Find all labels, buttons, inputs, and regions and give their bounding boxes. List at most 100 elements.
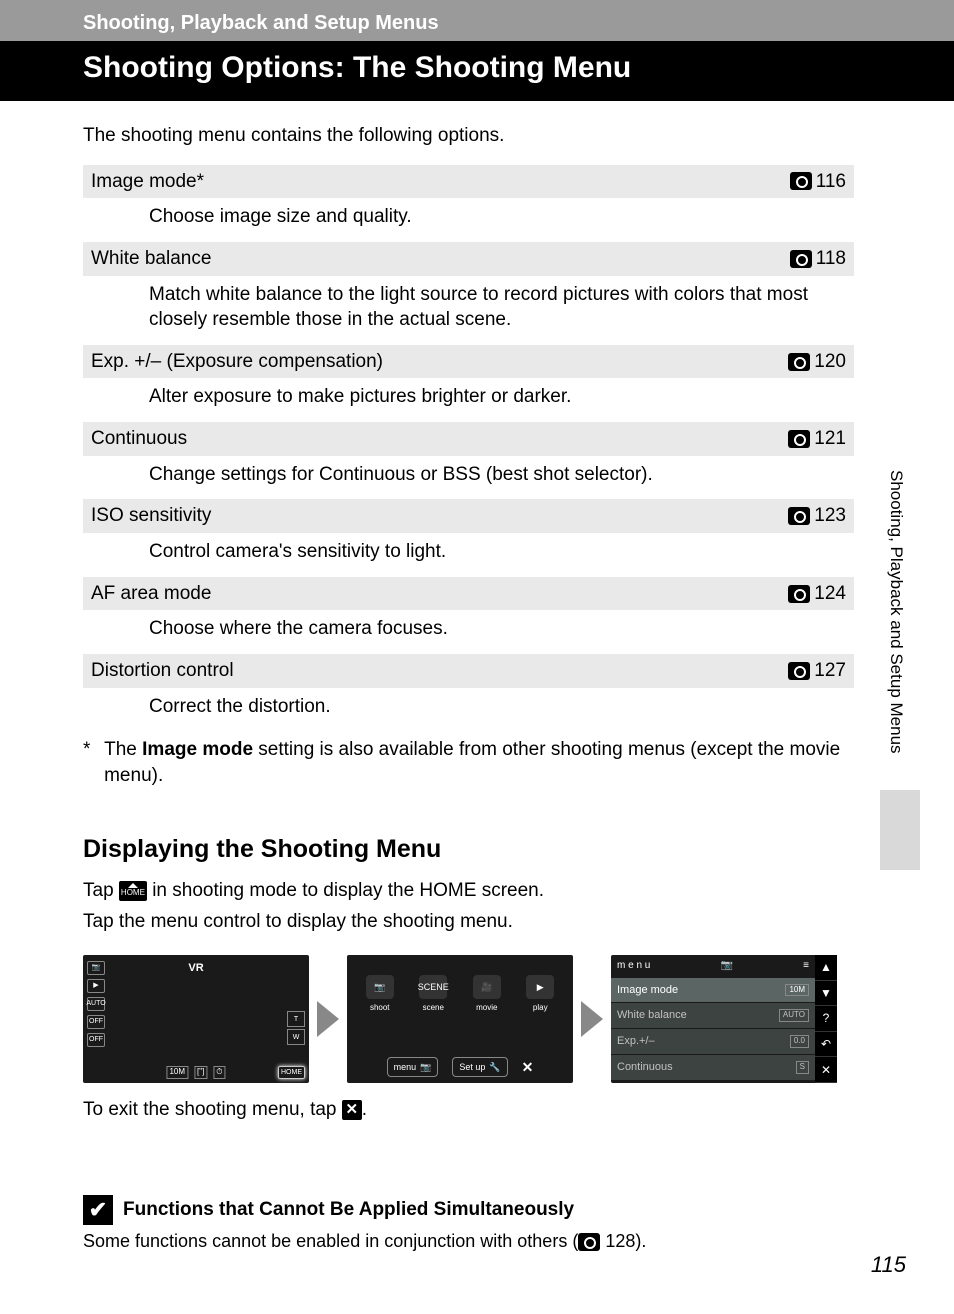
page-number: 115 (871, 1252, 906, 1278)
footnote-text: The Image mode setting is also available… (104, 737, 854, 788)
menu-camera-icon: 📷 (721, 959, 733, 973)
menu-item-value: 10M (785, 984, 809, 997)
mode-label: scene (423, 1003, 444, 1014)
option-description: Choose where the camera focuses. (83, 610, 854, 652)
menu-side-button[interactable]: ▼ (815, 981, 837, 1007)
menu-side-button[interactable]: ↶ (815, 1032, 837, 1058)
screen1-home-button[interactable]: HOME (278, 1066, 305, 1079)
section-heading: Displaying the Shooting Menu (83, 833, 854, 867)
screen-home: 📷shoot SCENE scene 🎥movie ▶play menu 📷 Set u… (347, 955, 573, 1083)
option-title: White balance (91, 246, 211, 272)
reference-icon (788, 585, 810, 603)
menu-item[interactable]: Exp.+/– 0.0 (611, 1029, 815, 1054)
option-description: Change settings for Continuous or BSS (b… (83, 456, 854, 498)
home-icon: HOME (119, 881, 147, 901)
option-head: Image mode* 116 (83, 165, 854, 199)
page-reference: 116 (790, 169, 846, 195)
page-ref-number: 123 (814, 503, 846, 529)
menu-item-label: White balance (617, 1008, 687, 1023)
option-head: White balance 118 (83, 242, 854, 276)
page-ref-number: 121 (814, 426, 846, 452)
vr-indicator: VR (188, 961, 203, 976)
screen1-side-icon[interactable]: OFF (87, 1033, 105, 1047)
main-content: The shooting menu contains the following… (0, 101, 954, 1123)
tap-instruction-2: Tap the menu control to display the shoo… (83, 907, 854, 937)
home-mode-item[interactable]: SCENE scene (419, 975, 447, 1014)
menu-item-label: Exp.+/– (617, 1034, 655, 1049)
status-icon: 10M (166, 1066, 188, 1079)
option-description: Control camera's sensitivity to light. (83, 533, 854, 575)
footnote-mark: * (83, 737, 96, 788)
menu-side-button[interactable]: ✕ (815, 1057, 837, 1083)
status-icon: ["] (194, 1066, 207, 1079)
footnote: * The Image mode setting is also availab… (83, 729, 854, 788)
sidebar-tab (880, 790, 920, 870)
reference-icon (788, 662, 810, 680)
option-description: Choose image size and quality. (83, 198, 854, 240)
menu-sidebar: ▲▼?↶✕ (815, 955, 837, 1083)
screens-row: VR 📷▶AUTOOFFOFF TW 10M["]⏱ HOME 📷shootSC… (83, 955, 854, 1083)
screen1-left-icons: 📷 ▶ AUTO OFF OFF (87, 961, 105, 1047)
exit-instruction: To exit the shooting menu, tap ✕. (83, 1097, 854, 1123)
screen1-side-icon[interactable]: AUTO (87, 997, 105, 1011)
check-icon: ✔ (83, 1195, 113, 1225)
page-reference: 118 (790, 246, 846, 272)
option-head: Distortion control 127 (83, 654, 854, 688)
option-description: Match white balance to the light source … (83, 276, 854, 343)
menu-item-label: Image mode (617, 983, 678, 998)
menu-side-button[interactable]: ▲ (815, 955, 837, 981)
screen-shooting-mode: VR 📷 ▶ AUTO OFF OFF TW 10M ["] ⏱ HOME (83, 955, 309, 1083)
option-description: Alter exposure to make pictures brighter… (83, 378, 854, 420)
option-head: ISO sensitivity 123 (83, 499, 854, 533)
mode-icon: SCENE (419, 975, 447, 999)
mode-label: play (533, 1003, 548, 1014)
reference-icon (790, 250, 812, 268)
screen1-side-icon[interactable]: ▶ (87, 979, 105, 993)
option-title: AF area mode (91, 581, 211, 607)
zoom-icon[interactable]: W (287, 1029, 305, 1045)
reference-icon (788, 353, 810, 371)
menu-item[interactable]: Continuous S (611, 1055, 815, 1080)
menu-item[interactable]: Image mode 10M (611, 978, 815, 1003)
home-bottom-bar: menu 📷 Set up 🔧 ✕ (353, 1057, 567, 1077)
setup-button[interactable]: Set up 🔧 (452, 1057, 507, 1077)
option-head: AF area mode 124 (83, 577, 854, 611)
option-head: Continuous 121 (83, 422, 854, 456)
home-mode-item[interactable]: 🎥movie (473, 975, 501, 1014)
menu-item[interactable]: White balance AUTO (611, 1003, 815, 1028)
screen1-bottom-icons: 10M ["] ⏱ (166, 1066, 225, 1079)
option-title: Distortion control (91, 658, 234, 684)
menu-item-value: S (796, 1061, 809, 1074)
reference-icon (790, 172, 812, 190)
home-mode-item[interactable]: 📷shoot (366, 975, 394, 1014)
arrow-icon (317, 1001, 339, 1037)
zoom-icon[interactable]: T (287, 1011, 305, 1027)
note-body: Some functions cannot be enabled in conj… (83, 1231, 854, 1252)
intro-text: The shooting menu contains the following… (83, 123, 854, 149)
screen-shooting-menu: m e n u📷≡ Image mode10MWhite balanceAUTO… (611, 955, 837, 1083)
page-title: Shooting Options: The Shooting Menu (0, 41, 954, 101)
page-reference: 124 (788, 581, 846, 607)
page-ref-number: 120 (814, 349, 846, 375)
screen1-side-icon[interactable]: OFF (87, 1015, 105, 1029)
home-mode-item[interactable]: ▶play (526, 975, 554, 1014)
page-ref-number: 118 (816, 246, 846, 272)
option-title: Exp. +/– (Exposure compensation) (91, 349, 383, 375)
menu-button[interactable]: menu 📷 (387, 1057, 439, 1077)
screen1-side-icon[interactable]: 📷 (87, 961, 105, 975)
mode-icon: 📷 (366, 975, 394, 999)
tap-instruction-1: Tap HOME in shooting mode to display the… (83, 876, 854, 906)
page-ref-number: 116 (816, 169, 846, 195)
menu-side-button[interactable]: ? (815, 1006, 837, 1032)
breadcrumb: Shooting, Playback and Setup Menus (0, 8, 954, 41)
mode-icon: 🎥 (473, 975, 501, 999)
option-description: Correct the distortion. (83, 688, 854, 730)
menu-item-label: Continuous (617, 1060, 673, 1075)
screen1-zoom-icons: TW (287, 1011, 305, 1045)
menu-item-value: AUTO (779, 1009, 809, 1022)
home-close-icon[interactable]: ✕ (522, 1058, 534, 1077)
page-ref-number: 127 (814, 658, 846, 684)
option-title: Image mode* (91, 169, 204, 195)
menu-item-value: 0.0 (790, 1035, 809, 1048)
status-icon: ⏱ (213, 1066, 225, 1079)
